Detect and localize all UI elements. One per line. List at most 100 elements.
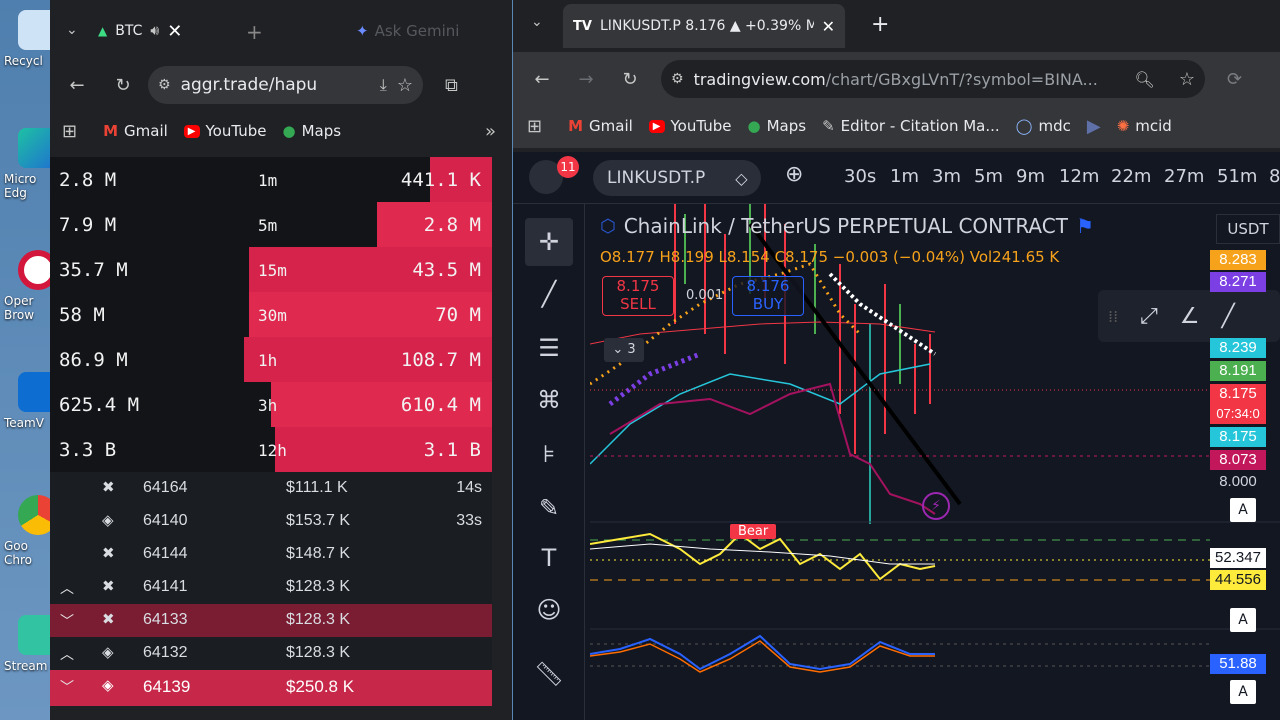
crosshair-tool-icon[interactable]: ✛ <box>525 218 573 266</box>
stats-timeframe: 12h <box>258 441 287 460</box>
close-tab-icon[interactable]: ✕ <box>822 17 835 36</box>
stats-right-value: 3.1 B <box>423 439 481 461</box>
site-info-icon[interactable]: ⚙ <box>158 77 171 93</box>
drawing-toolbar: ✛ ╱ ☰ ⌘ ⊧ ✎ T ☺ 📏︎ <box>513 204 585 720</box>
bookmark-maps[interactable]: ● Maps <box>748 117 807 135</box>
speaker-icon[interactable]: 🔊︎ <box>150 23 159 39</box>
edge-icon[interactable]: Micro Edg <box>4 128 58 200</box>
brush-tool-icon[interactable]: ✎ <box>525 484 573 532</box>
ask-gemini-button[interactable]: ✦ Ask Gemini <box>356 22 459 40</box>
currency-selector[interactable]: USDT <box>1216 214 1280 244</box>
timeframe-27m[interactable]: 27m <box>1164 166 1204 187</box>
streamlabs-icon[interactable]: Stream <box>4 615 58 673</box>
bookmark-citation[interactable]: ✎ Editor - Citation Ma... <box>822 117 1000 135</box>
sell-button[interactable]: 8.175 SELL <box>602 276 674 316</box>
teamviewer-icon[interactable]: TeamV <box>4 372 58 430</box>
stats-row: 3.3 B 12h 3.1 B <box>50 427 492 472</box>
more-bookmarks-icon[interactable]: » <box>485 121 496 142</box>
timeframe-51m[interactable]: 51m <box>1217 166 1257 187</box>
reload-icon[interactable]: ↻ <box>112 75 134 96</box>
bookmark-arrow-icon[interactable]: ▶ <box>1087 116 1101 137</box>
recycle-bin-icon[interactable]: Recycl <box>4 10 58 68</box>
bookmark-star-icon[interactable]: ☆ <box>397 75 413 96</box>
timeframe-22m[interactable]: 22m <box>1111 166 1151 187</box>
bookmark-label: YouTube <box>205 122 267 140</box>
ruler-tool-icon[interactable]: 📏︎ <box>525 650 573 698</box>
timeframe-5m[interactable]: 5m <box>974 166 1003 187</box>
pattern-tool-icon[interactable]: ⌘ <box>525 376 573 424</box>
apps-grid-icon[interactable]: ⊞ <box>527 116 542 137</box>
url-domain: tradingview.com <box>693 69 826 89</box>
trendline-tool-icon[interactable]: ╱ <box>525 270 573 318</box>
ray-tool-icon[interactable]: ⤢ <box>1140 304 1158 329</box>
install-app-icon[interactable]: ⤓ <box>380 75 387 95</box>
reload-icon[interactable]: ↻ <box>619 69 641 90</box>
fib-tool-icon[interactable]: ☰ <box>525 324 573 372</box>
new-tab-icon[interactable]: + <box>246 20 263 44</box>
bookmark-youtube[interactable]: ▶ YouTube <box>183 122 267 140</box>
forecast-tool-icon[interactable]: ⊧ <box>525 430 573 478</box>
maps-pin-icon: ● <box>282 122 296 140</box>
bookmark-label: Maps <box>766 117 807 135</box>
tab-list-chevron-icon[interactable]: ⌄ <box>66 22 78 38</box>
buy-price: 8.176 <box>746 277 790 295</box>
line-tool-icon[interactable]: ╱ <box>1222 304 1235 329</box>
timeframe-1m[interactable]: 1m <box>890 166 919 187</box>
back-icon[interactable]: ← <box>66 75 88 96</box>
tradingview-favicon-icon: TV <box>573 18 592 34</box>
symbol-search[interactable]: LINKUSDT.P ◇ <box>593 160 761 196</box>
stats-right-value: 43.5 M <box>412 259 481 281</box>
bookmark-mdc[interactable]: ◯ mdc <box>1016 117 1071 135</box>
lightning-alert-icon[interactable]: ⚡︎ <box>922 492 950 520</box>
tab-tradingview[interactable]: TV LINKUSDT.P 8.176 ▲ +0.39% M ✕ <box>563 4 845 48</box>
bookmark-label: Gmail <box>124 122 168 140</box>
citation-icon: ✎ <box>822 117 835 135</box>
right-browser-window: ⌄ TV LINKUSDT.P 8.176 ▲ +0.39% M ✕ + ← →… <box>513 0 1280 720</box>
site-info-icon[interactable]: ⚙ <box>671 71 684 87</box>
back-icon[interactable]: ← <box>531 69 553 90</box>
bookmark-mcid[interactable]: ✺ mcid <box>1117 117 1172 135</box>
buy-button[interactable]: 8.176 BUY <box>732 276 804 316</box>
text-tool-icon[interactable]: T <box>525 534 573 582</box>
stats-timeframe: 3h <box>258 396 278 415</box>
emoji-tool-icon[interactable]: ☺ <box>525 586 573 634</box>
bookmark-youtube[interactable]: ▶ YouTube <box>648 117 732 135</box>
flag-icon[interactable]: ⚑ <box>1076 214 1094 238</box>
timeframe-3m[interactable]: 3m <box>932 166 961 187</box>
tab-btc[interactable]: ▲ BTC 🔊︎ ✕ <box>98 12 228 50</box>
timeframe-9m[interactable]: 9m <box>1016 166 1045 187</box>
bookmark-star-icon[interactable]: ☆ <box>1179 69 1195 90</box>
left-bookmarks-bar: ⊞ M Gmail ▶ YouTube ● Maps » <box>50 108 512 154</box>
apps-grid-icon[interactable]: ⊞ <box>62 121 77 142</box>
close-tab-icon[interactable]: ✕ <box>167 21 182 42</box>
gmail-icon: M <box>103 122 119 140</box>
address-bar[interactable]: ⚙ tradingview.com/chart/GBxgLVnT/?symbol… <box>661 60 1205 98</box>
zoom-icon[interactable]: 🔍︎ <box>1135 70 1155 89</box>
compare-icon[interactable]: ◇ <box>735 169 747 188</box>
timeframe-more[interactable]: 8 <box>1269 166 1280 187</box>
bookmark-maps[interactable]: ● Maps <box>283 122 342 140</box>
forward-icon[interactable]: → <box>575 69 597 90</box>
auto-scale-button[interactable]: A <box>1230 498 1256 522</box>
price-chart[interactable]: ⬡ ChainLink / TetherUS PERPETUAL CONTRAC… <box>590 204 1280 720</box>
auto-scale-button[interactable]: A <box>1230 680 1256 704</box>
add-symbol-icon[interactable]: ⊕ <box>785 162 803 187</box>
angle-tool-icon[interactable]: ∠ <box>1180 304 1200 329</box>
opera-icon[interactable]: Oper Brow <box>4 250 58 322</box>
notification-badge: 11 <box>557 156 579 178</box>
auto-scale-button[interactable]: A <box>1230 608 1256 632</box>
bookmark-gmail[interactable]: M Gmail <box>103 122 168 140</box>
tab-list-chevron-icon[interactable]: ⌄ <box>531 14 543 30</box>
timeframe-30s[interactable]: 30s <box>844 166 876 187</box>
collapse-indicators-button[interactable]: ⌄ 3 <box>604 338 644 362</box>
extensions-icon[interactable]: ⧉ <box>445 75 458 96</box>
drag-handle-icon[interactable]: ⁞⁞ <box>1108 307 1118 326</box>
bookmark-gmail[interactable]: M Gmail <box>568 117 633 135</box>
address-bar[interactable]: ⚙ aggr.trade/hapu ⤓ ☆ <box>148 66 423 104</box>
chrome-icon[interactable]: Goo Chro <box>4 495 58 567</box>
trade-row: ﹀ ◈ 64139 $250.8 K <box>50 670 492 706</box>
new-tab-icon[interactable]: + <box>871 12 889 37</box>
stats-row: 625.4 M 3h 610.4 M <box>50 382 492 427</box>
sync-icon[interactable]: ⟳ <box>1227 69 1242 90</box>
timeframe-12m[interactable]: 12m <box>1059 166 1099 187</box>
